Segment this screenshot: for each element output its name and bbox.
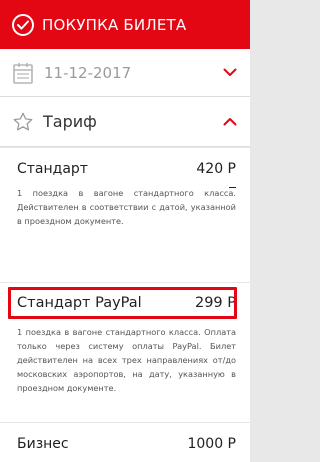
star-icon [13,112,33,130]
date-value: 11-12-2017 [44,63,132,82]
date-selector[interactable]: 11-12-2017 [0,49,250,97]
tariff-option-business[interactable]: Бизнес 1000 Р [0,423,250,462]
price-underline [229,187,236,188]
page-title: ПОКУПКА БИЛЕТА [42,15,187,34]
option-price: 1000 Р [187,436,236,452]
option-name: Стандарт [17,161,88,177]
chevron-down-icon[interactable] [223,68,237,77]
option-price: 420 Р [196,161,236,177]
selection-highlight [8,287,237,319]
app-header: ПОКУПКА БИЛЕТА [0,0,250,49]
chevron-up-icon[interactable] [223,117,237,126]
calendar-icon [13,62,33,84]
tariff-option-standard[interactable]: Стандарт 420 Р 1 поездка в вагоне станда… [0,148,250,282]
option-description: 1 поездка в вагоне стандартного класса. … [17,327,236,393]
tariff-option-paypal[interactable]: Стандарт PayPal 299 Р 1 поездка в вагоне… [0,283,250,422]
option-name: Бизнес [17,436,69,452]
check-circle-icon[interactable] [12,13,34,36]
option-description: 1 поездка в вагоне стандартного класса. … [17,188,236,226]
tariff-label: Тариф [43,112,97,131]
tariff-selector[interactable]: Тариф [0,97,250,147]
